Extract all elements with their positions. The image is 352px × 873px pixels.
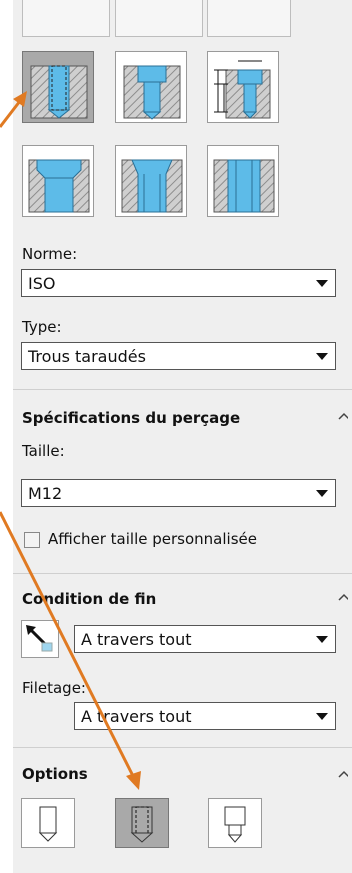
options-title[interactable]: Options	[22, 765, 88, 783]
hole-type-row-top-stub	[22, 0, 110, 37]
section-divider	[13, 389, 352, 390]
type-dropdown[interactable]: Trous taraudés	[21, 342, 336, 370]
chevron-down-icon	[316, 353, 328, 360]
hole-type-tapped-hole-button[interactable]	[22, 51, 94, 123]
size-value: M12	[28, 484, 63, 503]
end-condition-dropdown[interactable]: A travers tout	[74, 625, 336, 653]
standard-label: Norme:	[22, 245, 78, 263]
collapse-caret-icon[interactable]	[338, 770, 348, 780]
reverse-direction-button[interactable]	[21, 620, 59, 658]
legacy-hole-icon	[213, 159, 275, 213]
end-condition-value: A travers tout	[81, 630, 192, 649]
collapse-caret-icon[interactable]	[338, 412, 348, 422]
hole-spec-title[interactable]: Spécifications du perçage	[22, 409, 240, 427]
straight-tap-icon	[28, 159, 90, 213]
tapped-hole-icon	[30, 65, 88, 119]
remove-thread-icon	[224, 806, 246, 843]
hole-type-slot-button[interactable]	[207, 51, 279, 123]
counterbore-hole-icon	[123, 65, 181, 120]
option-tap-drill-button[interactable]	[21, 798, 75, 848]
custom-size-label[interactable]: Afficher taille personnalisée	[48, 530, 257, 548]
chevron-down-icon	[316, 713, 328, 720]
size-label: Taille:	[22, 442, 65, 460]
option-cosmetic-thread-button[interactable]	[115, 798, 169, 848]
chevron-down-icon	[316, 490, 328, 497]
chevron-down-icon	[316, 280, 328, 287]
dimensioned-counterbore-icon	[214, 60, 271, 119]
chevron-down-icon	[316, 636, 328, 643]
standard-dropdown[interactable]: ISO	[21, 269, 336, 297]
thread-label: Filetage:	[22, 679, 86, 697]
tapered-tap-icon	[121, 159, 183, 213]
option-remove-thread-button[interactable]	[208, 798, 262, 848]
hole-type-row-top-stub	[115, 0, 203, 37]
hole-type-legacy-button[interactable]	[207, 145, 279, 217]
end-condition-title[interactable]: Condition de fin	[22, 590, 156, 608]
reverse-direction-icon	[26, 625, 53, 652]
standard-value: ISO	[28, 274, 56, 293]
property-manager-panel	[13, 0, 352, 873]
cosmetic-thread-icon	[130, 806, 154, 843]
section-divider	[13, 747, 352, 748]
size-dropdown[interactable]: M12	[21, 479, 336, 507]
thread-value: A travers tout	[81, 707, 192, 726]
type-value: Trous taraudés	[28, 347, 146, 366]
collapse-caret-icon[interactable]	[338, 593, 348, 603]
hole-type-counterbore-button[interactable]	[115, 51, 187, 123]
type-label: Type:	[22, 318, 62, 336]
hole-type-tapered-tap-button[interactable]	[115, 145, 187, 217]
section-divider	[13, 573, 352, 574]
tap-drill-icon	[38, 806, 58, 842]
thread-dropdown[interactable]: A travers tout	[74, 702, 336, 730]
hole-type-row-top-stub	[207, 0, 291, 37]
hole-type-straight-tap-button[interactable]	[22, 145, 94, 217]
custom-size-checkbox[interactable]	[24, 532, 40, 548]
